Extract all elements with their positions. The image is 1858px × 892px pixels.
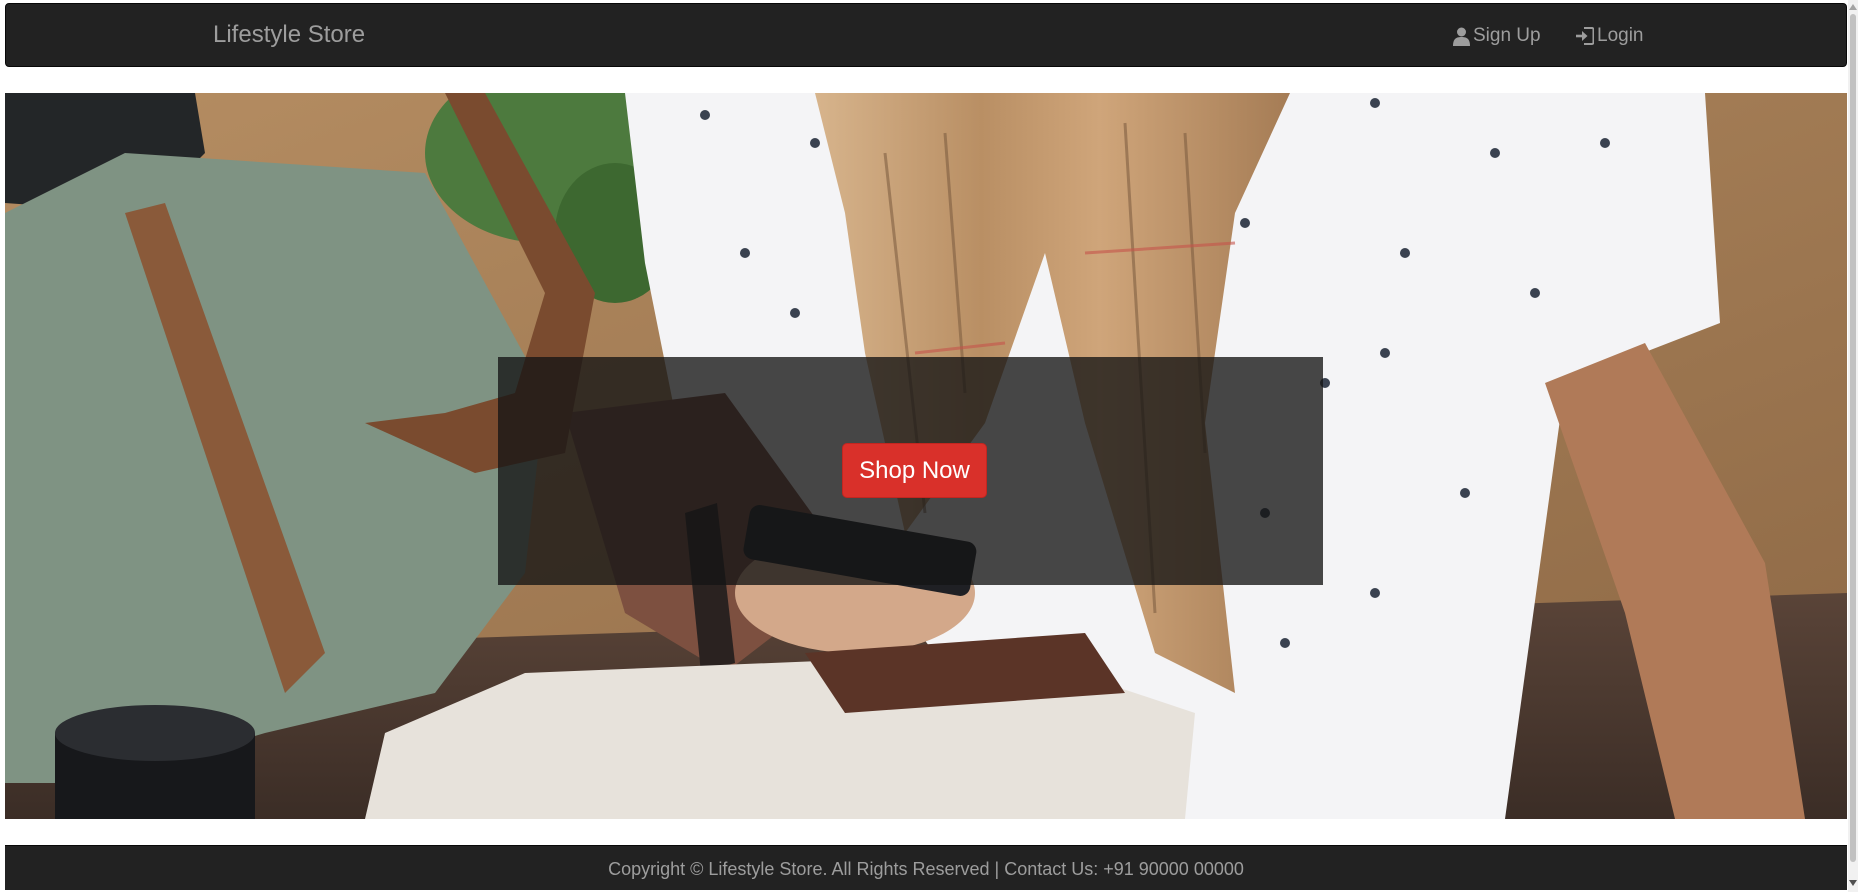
user-icon (1453, 27, 1470, 46)
scroll-up-arrow-icon[interactable] (1849, 4, 1857, 10)
footer-copyright-text: Copyright © Lifestyle Store. All Rights … (608, 859, 1244, 879)
page: Lifestyle Store Sign Up Login Shop Now C… (0, 0, 1858, 892)
top-navbar: Lifestyle Store Sign Up Login (5, 3, 1847, 67)
login-label: Login (1597, 25, 1644, 46)
footer: Copyright © Lifestyle Store. All Rights … (5, 845, 1847, 890)
vertical-scrollbar[interactable] (1848, 0, 1858, 892)
brand-link[interactable]: Lifestyle Store (213, 23, 365, 47)
shop-now-button[interactable]: Shop Now (842, 443, 987, 498)
log-in-icon (1575, 27, 1594, 45)
hero-banner: Shop Now (5, 93, 1847, 819)
sign-up-label: Sign Up (1473, 25, 1541, 46)
scroll-down-arrow-icon[interactable] (1849, 880, 1857, 886)
login-link[interactable]: Login (1575, 26, 1644, 46)
scrollbar-thumb[interactable] (1850, 14, 1856, 862)
hero-overlay-panel: Shop Now (498, 357, 1323, 585)
sign-up-link[interactable]: Sign Up (1453, 26, 1541, 46)
